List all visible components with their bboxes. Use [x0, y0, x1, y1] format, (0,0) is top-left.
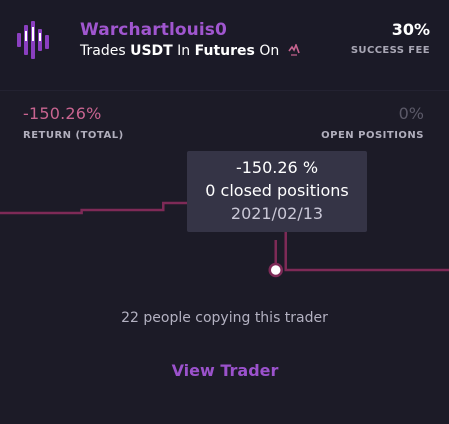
tooltip-return: -150.26 %: [235, 158, 319, 177]
success-fee-value: 30%: [391, 20, 430, 39]
return-total-label: RETURN (TOTAL): [23, 130, 124, 141]
tooltip-positions: 0 closed positions: [205, 181, 349, 200]
on-word: On: [259, 43, 280, 59]
trade-market: Futures: [194, 43, 255, 59]
in-word: In: [177, 43, 191, 59]
trader-header: Warchartlouis0 Trades USDT In Futures On…: [0, 0, 449, 90]
open-positions-label: OPEN POSITIONS: [321, 130, 424, 141]
header-divider: [0, 90, 449, 91]
chart-tooltip: -150.26 % 0 closed positions 2021/02/13: [187, 151, 367, 232]
tooltip-date: 2021/02/13: [230, 204, 324, 223]
trades-description: Trades USDT In Futures On: [80, 43, 300, 59]
trader-card: Warchartlouis0 Trades USDT In Futures On…: [0, 0, 449, 424]
copying-count-text: 22 people copying this trader: [121, 310, 328, 326]
highlighted-data-point[interactable]: [268, 262, 283, 278]
candlestick-logo-icon: [17, 21, 49, 59]
trade-asset: USDT: [130, 43, 173, 59]
open-positions-value: 0%: [398, 104, 424, 123]
success-fee-label: SUCCESS FEE: [350, 45, 430, 56]
trader-name[interactable]: Warchartlouis0: [80, 20, 227, 40]
trades-word: Trades: [80, 43, 126, 59]
exchange-link-icon[interactable]: [288, 44, 300, 56]
view-trader-button[interactable]: View Trader: [144, 354, 306, 386]
return-total-value: -150.26%: [23, 104, 102, 123]
